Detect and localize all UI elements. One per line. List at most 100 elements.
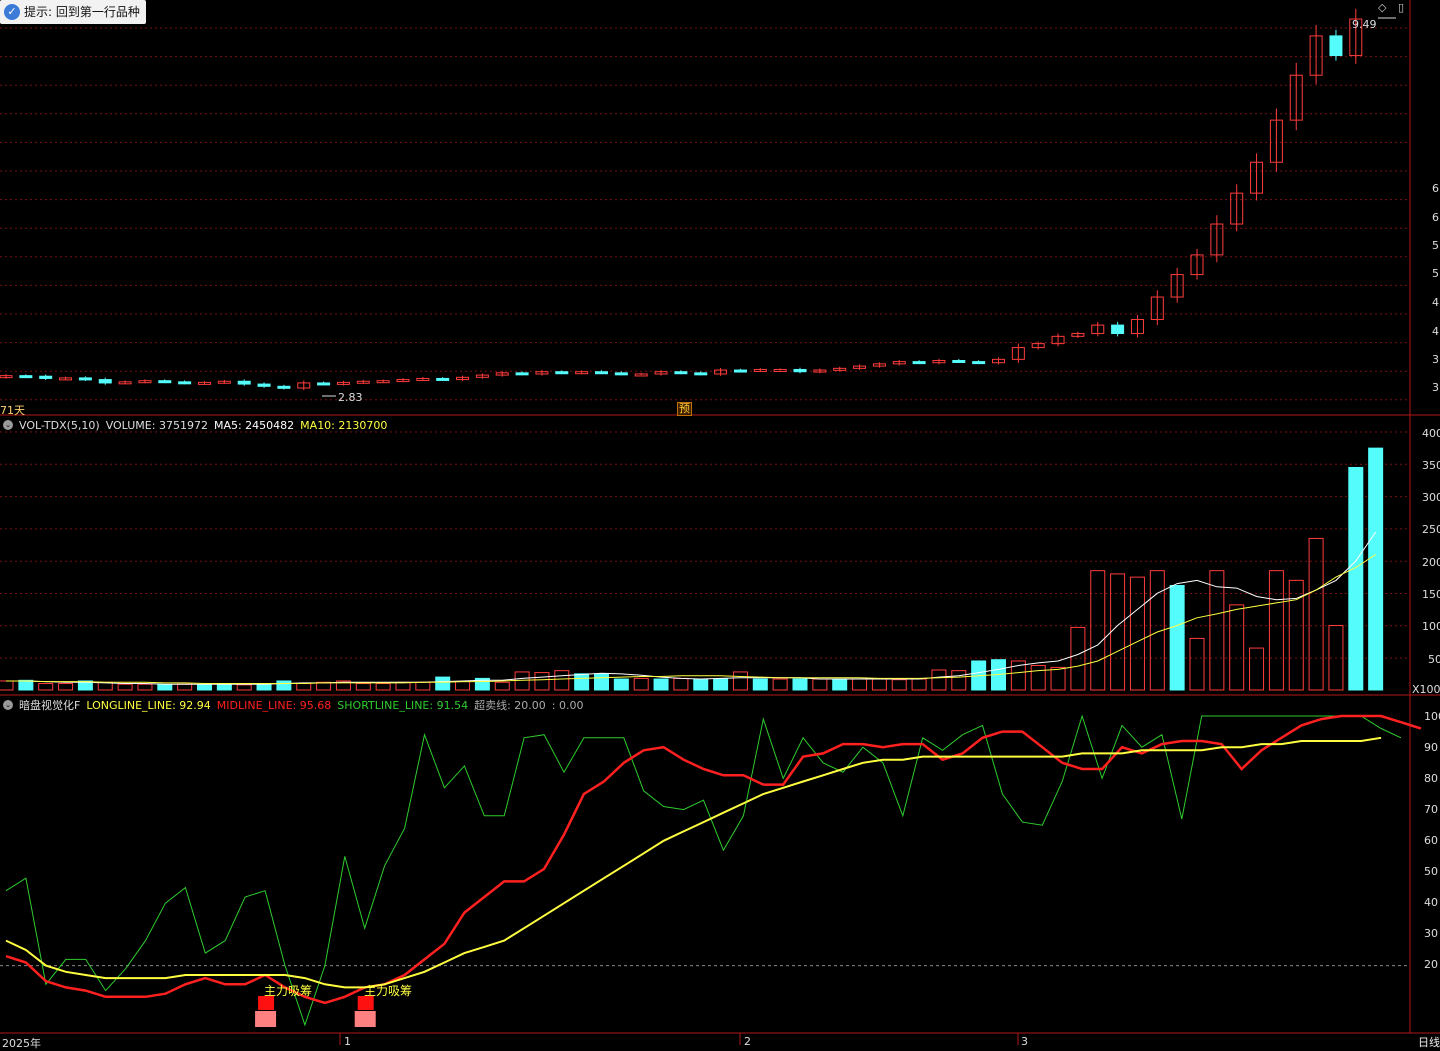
down-candle [733, 369, 747, 373]
volume-bar-up [494, 681, 510, 691]
volume-bar-up [1030, 664, 1046, 691]
volume-bar-up [951, 670, 967, 691]
down-candle [436, 377, 450, 381]
volume-bar-up [1249, 647, 1265, 691]
volume-bar-up [1110, 573, 1126, 691]
down-candle [1111, 324, 1125, 335]
indicator-name[interactable]: 暗盘视觉化F [19, 697, 80, 713]
price-axis-tick: 3 [1432, 381, 1439, 394]
volume-bar-up [296, 683, 312, 691]
volume-bar-up [891, 679, 907, 691]
extra-value: : 0.00 [551, 698, 584, 712]
volume-bar-down [752, 678, 768, 691]
volume-bar-up [1229, 604, 1245, 691]
down-candle [39, 375, 53, 379]
down-candle [614, 372, 628, 376]
oversold-value: 超卖线: 20.00 [474, 699, 546, 712]
volume-bar-up [1090, 570, 1106, 691]
volume-bar-up [1209, 570, 1225, 691]
signal-marker [255, 1011, 277, 1027]
hint-tooltip[interactable]: ✓ 提示: 回到第一行品种 [0, 0, 146, 24]
volume-axis-tick: 100 [1422, 620, 1440, 633]
volume-bar-up [137, 683, 153, 691]
collapse-icon[interactable]: ⌄ [3, 420, 13, 430]
volume-bar-up [38, 683, 54, 691]
indicator-axis-tick: 80 [1424, 772, 1438, 785]
volume-bar-down [693, 678, 709, 691]
volume-bar-up [236, 684, 252, 691]
down-candle [674, 371, 688, 375]
hint-text: 提示: 回到第一行品种 [24, 5, 140, 19]
longline-value: LONGLINE_LINE: 92.94 [86, 698, 211, 712]
window-restore-icon[interactable]: ▯ [1398, 1, 1404, 14]
stock-chart[interactable] [0, 0, 1440, 1051]
volume-bar-up [415, 681, 431, 691]
indicator-axis-tick: 70 [1424, 803, 1438, 816]
volume-bar-up [852, 678, 868, 691]
volume-axis-tick: 350 [1422, 459, 1440, 472]
indicator-axis-tick: 60 [1424, 834, 1438, 847]
price-axis-tick: 6 [1432, 182, 1439, 195]
volume-bar-down [832, 678, 848, 691]
signal-label: 主力吸筹 [264, 984, 313, 998]
longline-line [5, 736, 1382, 989]
high-price-label: 9.49 [1352, 18, 1377, 31]
x-axis-label: 2 [744, 1035, 751, 1048]
collapse-icon[interactable]: ⌄ [3, 700, 13, 710]
down-candle [972, 361, 986, 365]
down-candle [595, 371, 608, 375]
volume-bar-up [871, 678, 887, 691]
volume-bar-up [395, 681, 411, 691]
down-candle [515, 372, 529, 376]
down-candle [19, 375, 33, 379]
volume-bar-down [574, 673, 590, 691]
volume-bar-up [633, 677, 649, 691]
volume-bar-up [375, 683, 391, 691]
volume-bar-down [18, 679, 34, 691]
down-candle [98, 379, 112, 384]
x-axis-label: 3 [1021, 1035, 1028, 1048]
price-axis-tick: 4 [1432, 296, 1439, 309]
indicator-axis-tick: 90 [1424, 741, 1438, 754]
volume-bar-up [812, 678, 828, 691]
volume-bar-down [594, 673, 609, 691]
period-button[interactable]: 日线 [1418, 1034, 1440, 1050]
volume-bar-up [1189, 637, 1205, 691]
volume-axis-tick: 250 [1422, 523, 1440, 536]
volume-bar-down [613, 678, 629, 691]
volume-axis-tick: 150 [1422, 588, 1440, 601]
volume-indicator-name[interactable]: VOL-TDX(5,10) [19, 419, 100, 432]
volume-bar-down [1169, 585, 1185, 691]
midline-line [5, 714, 1422, 1005]
x-axis-label: 1 [344, 1035, 351, 1048]
indicator-axis-tick: 30 [1424, 927, 1438, 940]
volume-bar-up [58, 683, 74, 691]
volume-bar-down [197, 684, 212, 691]
volume-bar-up [554, 670, 570, 691]
volume-bar-up [355, 683, 371, 691]
volume-panel-header: ⌄ VOL-TDX(5,10) VOLUME: 3751972 MA5: 245… [0, 417, 387, 433]
diamond-icon[interactable]: ◇ [1378, 1, 1386, 14]
indicator-panel-header: ⌄ 暗盘视觉化F LONGLINE_LINE: 92.94 MIDLINE_LI… [0, 697, 583, 713]
low-price-label: 2.83 [338, 391, 363, 404]
x-axis-label: 2025年 [2, 1037, 41, 1050]
volume-bar-up [1268, 570, 1284, 691]
indicator-axis-tick: 100 [1424, 710, 1440, 723]
down-candle [793, 368, 807, 373]
price-axis-tick: 3 [1432, 353, 1439, 366]
volume-bar-up [772, 678, 788, 691]
down-candle [158, 380, 172, 384]
pre-badge[interactable]: 预 [677, 402, 692, 416]
volume-bar-down [276, 680, 292, 691]
ma5-value: MA5: 2450482 [213, 418, 295, 432]
ma10-value: MA10: 2130700 [300, 418, 388, 432]
volume-bar-up [534, 672, 550, 691]
down-candle [1329, 35, 1343, 57]
volume-bar-up [0, 680, 14, 691]
volume-bar-down [1368, 447, 1384, 691]
down-candle [178, 381, 192, 385]
volume-bar-down [435, 676, 451, 691]
volume-bar-up [1050, 666, 1066, 691]
period-label: 71天 [0, 404, 25, 417]
volume-bar-down [713, 678, 729, 691]
